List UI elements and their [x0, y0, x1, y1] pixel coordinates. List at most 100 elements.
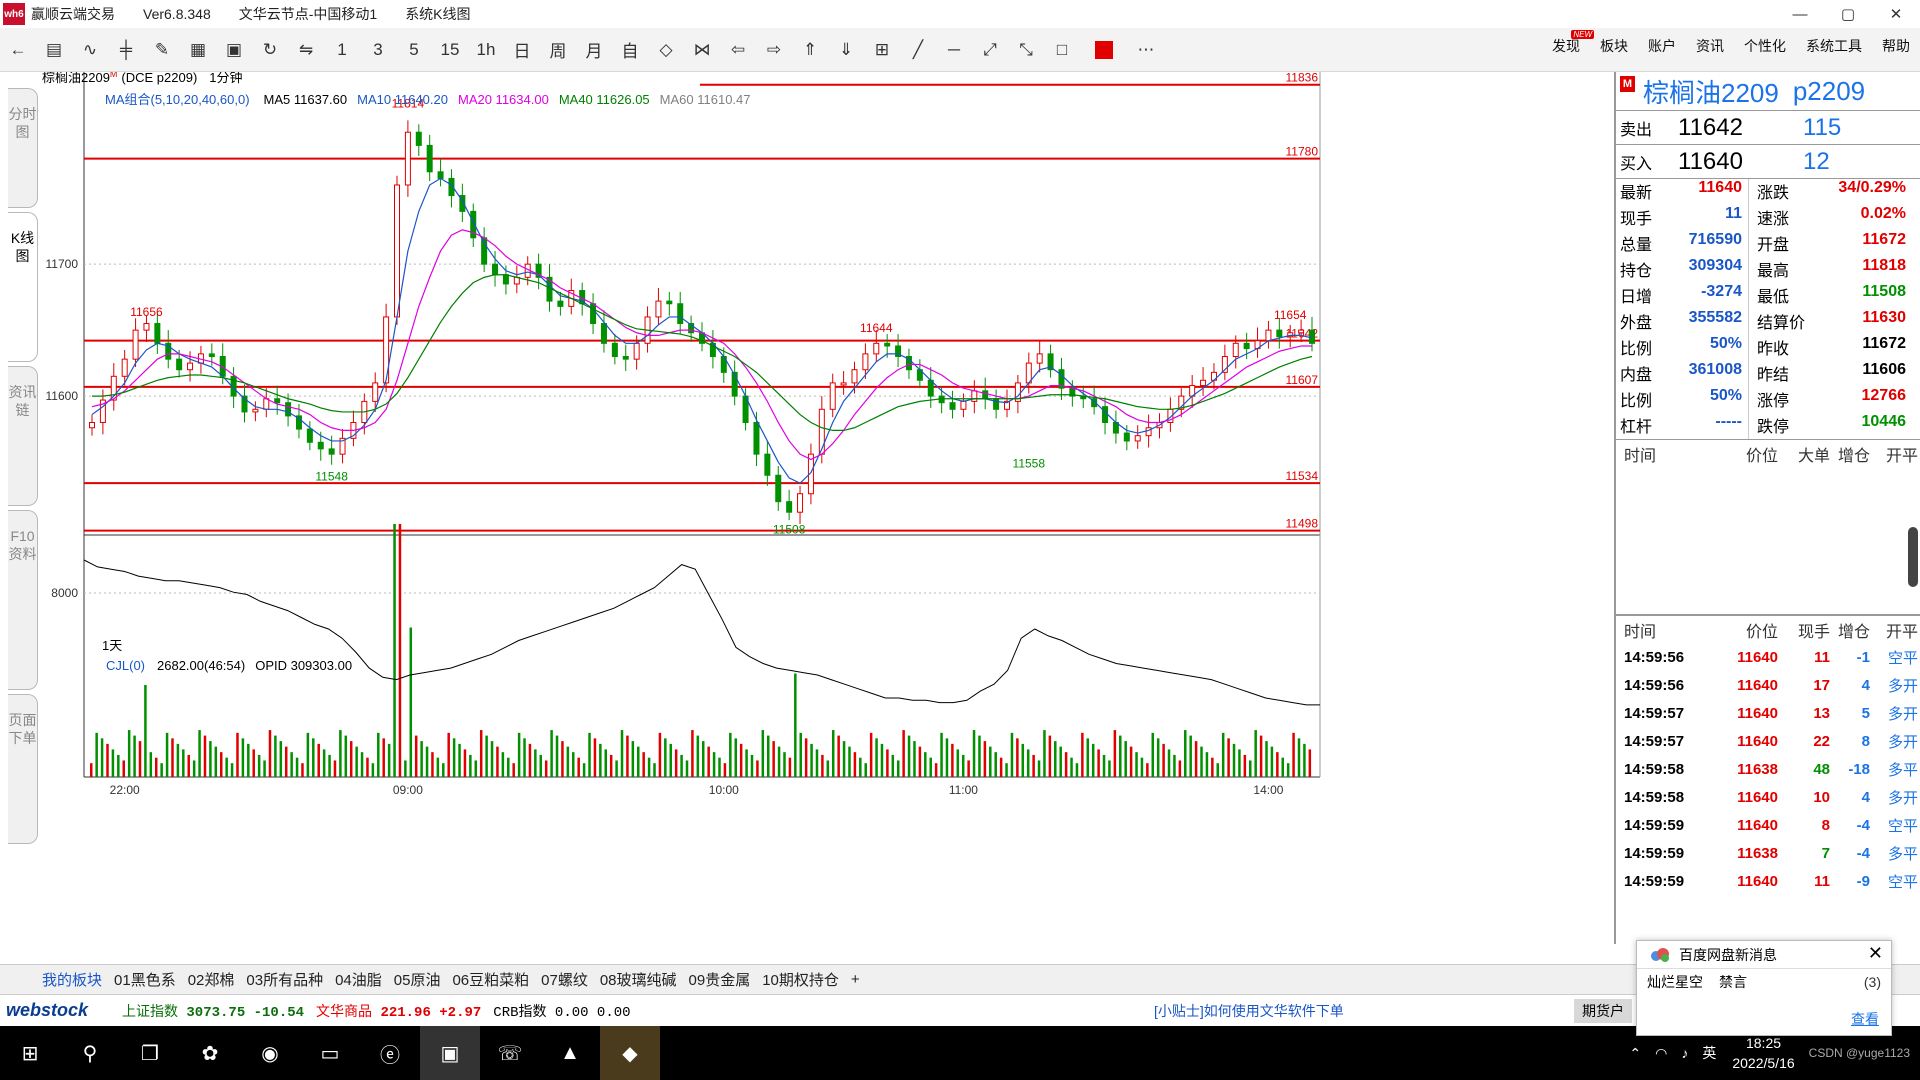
tab-f10[interactable]: F10资料	[8, 510, 38, 690]
sector-tab[interactable]: 02郑棉	[188, 969, 235, 990]
tray-volume-icon[interactable]: ♪	[1681, 1045, 1688, 1061]
period-5min[interactable]: 5	[398, 36, 430, 64]
sector-tab[interactable]: 04油脂	[335, 969, 382, 990]
back-icon[interactable]: ←	[2, 36, 34, 64]
ray-down-icon[interactable]: ⤡	[1010, 36, 1042, 64]
tick-row[interactable]: 14:59:57 11640 13 5 多开	[1616, 699, 1920, 727]
app-v-icon[interactable]: ▲	[540, 1026, 600, 1080]
close-button[interactable]: ✕	[1872, 0, 1920, 28]
period-week[interactable]: 周	[542, 36, 574, 64]
sector-tab[interactable]: +	[851, 971, 860, 988]
tray-wifi-icon[interactable]: ◠	[1655, 1045, 1667, 1062]
candle	[1047, 344, 1054, 378]
menu-account[interactable]: 账户	[1648, 36, 1676, 56]
grid-icon[interactable]: ▦	[182, 36, 214, 64]
draw-line-icon[interactable]: ╱	[902, 36, 934, 64]
bid-row[interactable]: 买入 11640 12	[1616, 144, 1920, 178]
scrollbar-thumb[interactable]	[1908, 527, 1918, 587]
arrow-down-icon[interactable]: ⇓	[830, 36, 862, 64]
candle-icon[interactable]: ╪	[110, 36, 142, 64]
bigorder-list[interactable]	[1616, 467, 1920, 615]
tick-row[interactable]: 14:59:58 11640 10 4 多开	[1616, 783, 1920, 811]
tray-arrow-icon[interactable]: ⌃	[1629, 1045, 1641, 1062]
close-icon[interactable]: ✕	[1868, 943, 1883, 964]
period-1h[interactable]: 1h	[470, 36, 502, 64]
sector-tab[interactable]: 10期权持仓	[762, 969, 839, 990]
tick-row[interactable]: 14:59:59 11640 8 -4 空平	[1616, 811, 1920, 839]
tick-row[interactable]: 14:59:59 11638 7 -4 多平	[1616, 839, 1920, 867]
shrink-icon[interactable]: ◇	[650, 36, 682, 64]
tab-timeshare[interactable]: 分时图	[8, 88, 38, 208]
layout-icon[interactable]: ⊞	[866, 36, 898, 64]
arrow-right-icon[interactable]: ⇨	[758, 36, 790, 64]
explorer-icon[interactable]: ▭	[300, 1026, 360, 1080]
tick-row[interactable]: 14:59:59 11640 11 -9 空平	[1616, 867, 1920, 895]
line-chart-icon[interactable]: ∿	[74, 36, 106, 64]
sector-tab[interactable]: 07螺纹	[541, 969, 588, 990]
arrow-up-icon[interactable]: ⇑	[794, 36, 826, 64]
tick-row[interactable]: 14:59:58 11638 48 -18 多平	[1616, 755, 1920, 783]
expand-icon[interactable]: ⋈	[686, 36, 718, 64]
period-month[interactable]: 月	[578, 36, 610, 64]
tick-list[interactable]: 14:59:56 11640 11 -1 空平 14:59:56 11640 17 4 多开 14:…	[1616, 643, 1920, 895]
menu-personalize[interactable]: 个性化	[1744, 36, 1786, 56]
wechat-icon[interactable]: ☏	[480, 1026, 540, 1080]
app-pinwheel-icon[interactable]: ✿	[180, 1026, 240, 1080]
chrome-icon[interactable]: ◉	[240, 1026, 300, 1080]
popup-view-link[interactable]: 查看	[1851, 1009, 1879, 1029]
sector-tab[interactable]: 我的板块	[42, 969, 102, 990]
ray-icon[interactable]: ⤢	[974, 36, 1006, 64]
period-3min[interactable]: 3	[362, 36, 394, 64]
index-wh[interactable]: 文华商品 221.96 +2.97	[316, 1001, 481, 1021]
tick-row[interactable]: 14:59:56 11640 17 4 多开	[1616, 671, 1920, 699]
tab-kline[interactable]: K线图	[8, 212, 38, 362]
chart-area[interactable]: 11600 11700 11836 11780 11642 11607 11534 1149…	[40, 72, 1615, 942]
period-day[interactable]: 日	[506, 36, 538, 64]
windows-start-icon[interactable]: ⊞	[0, 1026, 60, 1080]
compare-icon[interactable]: ⇋	[290, 36, 322, 64]
rect-icon[interactable]: □	[1046, 36, 1078, 64]
tick-row[interactable]: 14:59:57 11640 22 8 多开	[1616, 727, 1920, 755]
refresh-icon[interactable]: ↻	[254, 36, 286, 64]
sector-tab[interactable]: 08玻璃纯碱	[600, 969, 677, 990]
python-icon[interactable]: ◆	[600, 1026, 660, 1080]
period-15min[interactable]: 15	[434, 36, 466, 64]
menu-help[interactable]: 帮助	[1882, 36, 1910, 56]
index-crb[interactable]: CRB指数 0.00 0.00	[493, 1001, 630, 1021]
sector-tab[interactable]: 06豆粕菜粕	[452, 969, 529, 990]
ask-row[interactable]: 卖出 11642 115	[1616, 110, 1920, 144]
period-custom[interactable]: 自	[614, 36, 646, 64]
tip-link[interactable]: [小贴士]如何使用文华软件下单	[1154, 1001, 1344, 1021]
menu-tools[interactable]: 系统工具	[1806, 36, 1862, 56]
arrow-left-icon[interactable]: ⇦	[722, 36, 754, 64]
sector-tab[interactable]: 01黑色系	[114, 969, 176, 990]
ma-icon[interactable]: ✎	[146, 36, 178, 64]
x-tick-label: 22:00	[110, 783, 140, 797]
save-icon[interactable]: ▣	[218, 36, 250, 64]
period-1min[interactable]: 1	[326, 36, 358, 64]
ime-indicator[interactable]: 英	[1702, 1043, 1716, 1063]
hline-icon[interactable]: ─	[938, 36, 970, 64]
sector-tab[interactable]: 03所有品种	[246, 969, 323, 990]
menu-news[interactable]: 资讯	[1696, 36, 1724, 56]
sector-tab[interactable]: 09贵金属	[689, 969, 751, 990]
index-sh[interactable]: 上证指数 3073.75 -10.54	[122, 1001, 304, 1021]
tab-newslink[interactable]: 资讯链	[8, 366, 38, 506]
table-icon[interactable]: ▤	[38, 36, 70, 64]
account-button[interactable]: 期货户	[1574, 999, 1632, 1023]
wh6-app-icon[interactable]: ▣	[420, 1026, 480, 1080]
color-square-icon[interactable]	[1095, 40, 1113, 59]
browser-e-icon[interactable]: ⓔ	[360, 1026, 420, 1080]
menu-discover[interactable]: 发现 NEW	[1552, 30, 1594, 56]
more-icon[interactable]: ⋯	[1130, 36, 1162, 64]
search-icon[interactable]: ⚲	[60, 1026, 120, 1080]
maximize-button[interactable]: ▢	[1824, 0, 1872, 28]
sector-tab[interactable]: 05原油	[394, 969, 441, 990]
clock[interactable]: 18:25 2022/5/16	[1732, 1033, 1794, 1073]
menu-sector[interactable]: 板块	[1600, 36, 1628, 56]
tab-order[interactable]: 页面下单	[8, 694, 38, 844]
kline-chart[interactable]: 1160011700 11836117801164211607115341149…	[40, 72, 1615, 964]
minimize-button[interactable]: —	[1776, 0, 1824, 28]
tick-row[interactable]: 14:59:56 11640 11 -1 空平	[1616, 643, 1920, 671]
taskview-icon[interactable]: ❐	[120, 1026, 180, 1080]
